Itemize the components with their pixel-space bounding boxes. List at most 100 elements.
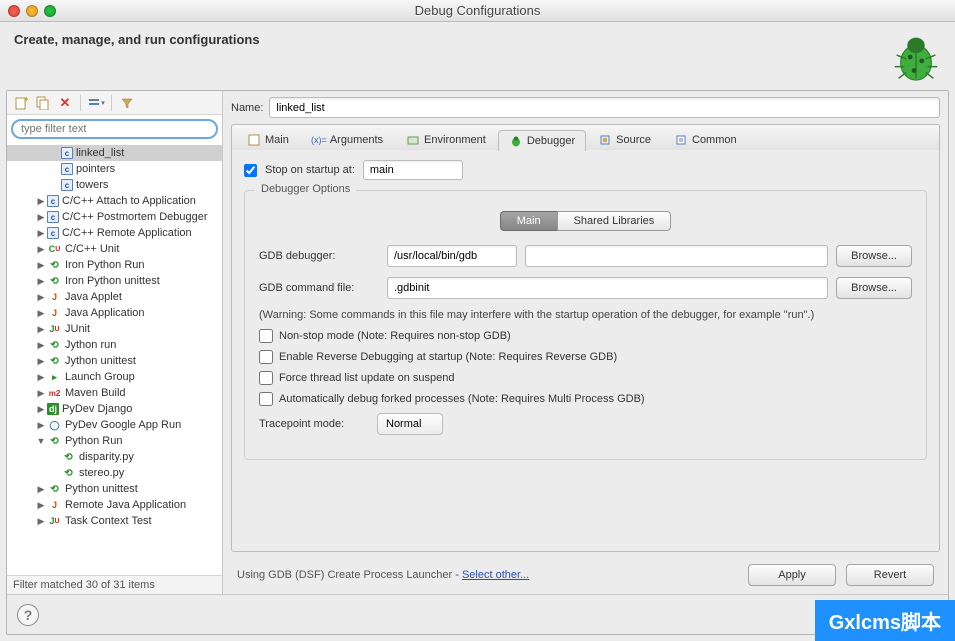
filter-input[interactable] — [11, 119, 218, 139]
tree-item[interactable]: ▶▸Launch Group — [7, 369, 222, 385]
debugger-panel: Stop on startup at: Debugger Options Mai… — [231, 150, 940, 552]
bug-icon — [887, 28, 945, 86]
config-tree[interactable]: clinked_listcpointersctowers▶cC/C++ Atta… — [7, 143, 222, 575]
tree-item[interactable]: ▶JUTask Context Test — [7, 513, 222, 529]
source-tab-icon — [598, 133, 612, 147]
tree-item-label: Launch Group — [65, 371, 135, 383]
tab-main[interactable]: Main — [236, 129, 300, 150]
gdb-debugger-input[interactable] — [387, 245, 517, 267]
gdb-browse-button[interactable]: Browse... — [836, 245, 912, 267]
tree-item-label: PyDev Django — [62, 403, 132, 415]
debugger-subtabs: Main Shared Libraries — [259, 211, 912, 231]
tree-item[interactable]: ▶⟲Jython unittest — [7, 353, 222, 369]
tree-item[interactable]: cpointers — [7, 161, 222, 177]
gdb-command-input[interactable] — [387, 277, 828, 299]
name-input[interactable] — [269, 97, 940, 118]
tree-item-label: Python unittest — [65, 483, 138, 495]
tree-item[interactable]: ▶JJava Application — [7, 305, 222, 321]
tree-item-label: Task Context Test — [65, 515, 152, 527]
tree-item-label: Java Application — [65, 307, 145, 319]
tree-item-label: stereo.py — [79, 467, 124, 479]
tab-debugger[interactable]: Debugger — [498, 130, 586, 151]
auto-fork-checkbox[interactable] — [259, 392, 273, 406]
tree-item[interactable]: ▶cC/C++ Remote Application — [7, 225, 222, 241]
tree-item-label: Remote Java Application — [65, 499, 186, 511]
right-pane: Name: Main (x)=Arguments Environment Deb… — [223, 91, 948, 594]
stop-on-startup-input[interactable] — [363, 160, 463, 180]
tree-item[interactable]: ▶JJava Applet — [7, 289, 222, 305]
tree-toolbar: ✦ ✕ ▾ — [7, 91, 222, 115]
tree-item[interactable]: ▶⟲Python unittest — [7, 481, 222, 497]
tab-environment[interactable]: Environment — [395, 129, 497, 150]
gdb-command-label: GDB command file: — [259, 282, 379, 294]
apply-button[interactable]: Apply — [748, 564, 836, 586]
tree-item[interactable]: ⟲disparity.py — [7, 449, 222, 465]
tree-item[interactable]: ⟲stereo.py — [7, 465, 222, 481]
reverse-checkbox[interactable] — [259, 350, 273, 364]
name-label: Name: — [231, 102, 263, 114]
titlebar: Debug Configurations — [0, 0, 955, 22]
delete-config-icon[interactable]: ✕ — [56, 94, 74, 112]
dialog-bottom-bar: ? Cl — [7, 594, 948, 634]
tab-arguments[interactable]: (x)=Arguments — [301, 129, 394, 150]
tree-item-label: C/C++ Attach to Application — [62, 195, 196, 207]
launcher-text: Using GDB (DSF) Create Process Launcher … — [237, 569, 462, 581]
tree-item-label: Jython unittest — [65, 355, 136, 367]
main-tab-icon — [247, 133, 261, 147]
subtab-shared-libraries[interactable]: Shared Libraries — [557, 211, 672, 231]
tree-item-label: C/C++ Postmortem Debugger — [62, 211, 208, 223]
tree-item-label: Jython run — [65, 339, 116, 351]
duplicate-config-icon[interactable] — [34, 94, 52, 112]
tree-item[interactable]: ▶⟲Iron Python Run — [7, 257, 222, 273]
new-config-icon[interactable]: ✦ — [12, 94, 30, 112]
tab-common[interactable]: Common — [663, 129, 748, 150]
filter-status: Filter matched 30 of 31 items — [7, 575, 222, 594]
revert-button[interactable]: Revert — [846, 564, 934, 586]
filter-menu-icon[interactable] — [118, 94, 136, 112]
tree-item[interactable]: ▶cC/C++ Attach to Application — [7, 193, 222, 209]
tree-item[interactable]: ▼⟲Python Run — [7, 433, 222, 449]
page-subtitle: Create, manage, and run configurations — [0, 22, 955, 57]
subtab-main[interactable]: Main — [500, 211, 557, 231]
tree-item-label: Python Run — [65, 435, 122, 447]
tracepoint-select[interactable]: Normal — [377, 413, 443, 435]
gdb-debugger-input-rest[interactable] — [525, 245, 828, 267]
tree-item-label: Java Applet — [65, 291, 122, 303]
tree-item[interactable]: ▶CUC/C++ Unit — [7, 241, 222, 257]
force-thread-label: Force thread list update on suspend — [279, 372, 455, 384]
environment-tab-icon — [406, 133, 420, 147]
tree-item-label: JUnit — [65, 323, 90, 335]
force-thread-checkbox[interactable] — [259, 371, 273, 385]
tree-item-label: Iron Python Run — [65, 259, 145, 271]
svg-text:✦: ✦ — [23, 96, 28, 104]
help-icon[interactable]: ? — [17, 604, 39, 626]
reverse-label: Enable Reverse Debugging at startup (Not… — [279, 351, 617, 363]
tree-item[interactable]: ▶cC/C++ Postmortem Debugger — [7, 209, 222, 225]
tree-item[interactable]: ▶JUJUnit — [7, 321, 222, 337]
tree-item-label: towers — [76, 179, 108, 191]
window-title: Debug Configurations — [0, 3, 955, 18]
tree-item[interactable]: ▶JRemote Java Application — [7, 497, 222, 513]
command-file-warning: (Warning: Some commands in this file may… — [259, 309, 912, 321]
common-tab-icon — [674, 133, 688, 147]
tab-source[interactable]: Source — [587, 129, 662, 150]
cmd-browse-button[interactable]: Browse... — [836, 277, 912, 299]
tree-item-label: C/C++ Remote Application — [62, 227, 192, 239]
tree-item[interactable]: ▶⟲Jython run — [7, 337, 222, 353]
tab-bar: Main (x)=Arguments Environment Debugger … — [231, 124, 940, 150]
tree-item[interactable]: ctowers — [7, 177, 222, 193]
tree-item[interactable]: ▶m2Maven Build — [7, 385, 222, 401]
tree-item-label: disparity.py — [79, 451, 134, 463]
tracepoint-label: Tracepoint mode: — [259, 418, 369, 430]
gdb-debugger-label: GDB debugger: — [259, 250, 379, 262]
select-other-link[interactable]: Select other... — [462, 569, 529, 581]
tree-item-label: C/C++ Unit — [65, 243, 119, 255]
tree-item[interactable]: ▶djPyDev Django — [7, 401, 222, 417]
tree-item[interactable]: ▶◯PyDev Google App Run — [7, 417, 222, 433]
nonstop-checkbox[interactable] — [259, 329, 273, 343]
stop-on-startup-checkbox[interactable] — [244, 164, 257, 177]
tree-item[interactable]: ▶⟲Iron Python unittest — [7, 273, 222, 289]
watermark: Gxlcms脚本 — [815, 600, 955, 641]
collapse-all-icon[interactable]: ▾ — [87, 94, 105, 112]
tree-item[interactable]: clinked_list — [7, 145, 222, 161]
